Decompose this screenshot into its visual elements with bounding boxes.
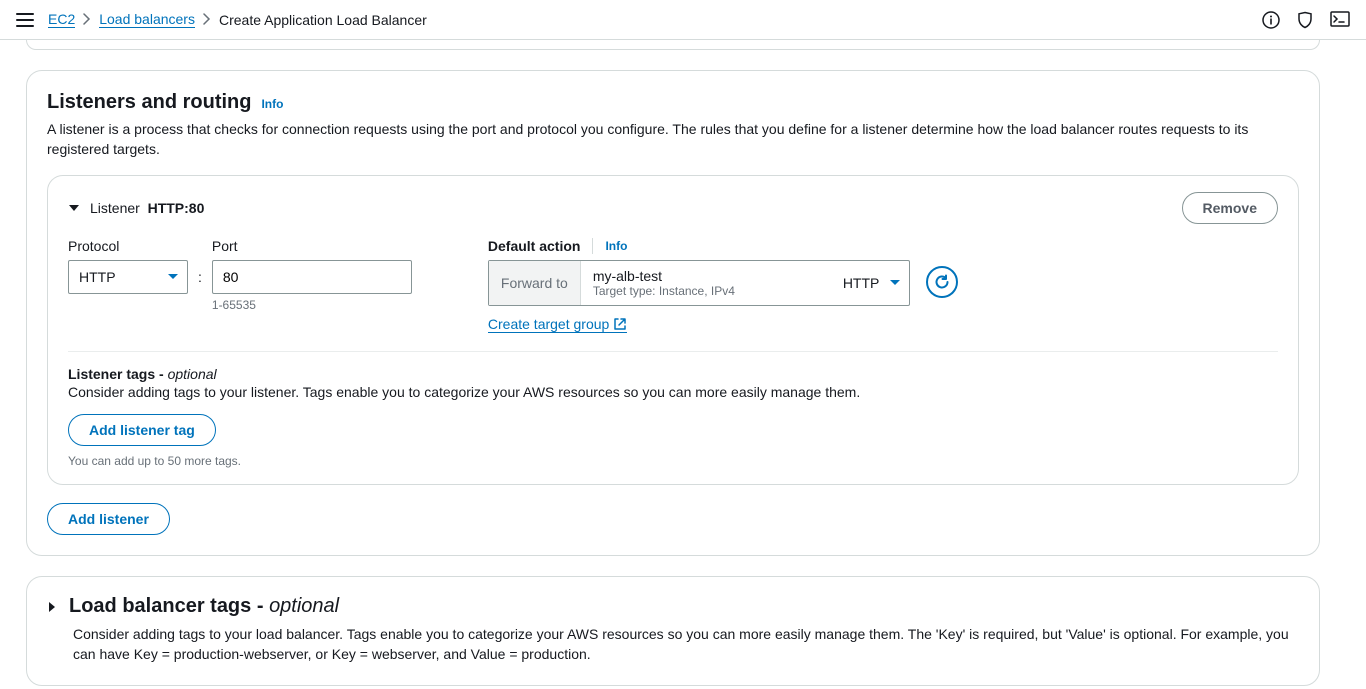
chevron-right-icon <box>203 12 211 28</box>
caret-right-icon[interactable] <box>47 601 57 613</box>
load-balancer-tags-panel: Load balancer tags - optional Consider a… <box>26 576 1320 686</box>
breadcrumb-ec2[interactable]: EC2 <box>48 11 75 28</box>
port-field: Port 1-65535 <box>212 238 412 312</box>
topbar-right <box>1262 11 1350 29</box>
lb-tags-title-text: Load balancer tags - <box>69 595 269 617</box>
default-action-info-link[interactable]: Info <box>605 239 627 253</box>
lb-tags-description: Consider adding tags to your load balanc… <box>73 624 1299 665</box>
section-info-link[interactable]: Info <box>261 97 283 111</box>
section-title: Listeners and routing <box>47 91 251 114</box>
optional-label: optional <box>269 595 339 617</box>
add-listener-tag-button[interactable]: Add listener tag <box>68 414 216 446</box>
default-action-field: Default action Info Forward to my-alb-te… <box>488 238 958 333</box>
protocol-value: HTTP <box>79 269 116 285</box>
listener-tags-section: Listener tags - optional Consider adding… <box>68 366 1278 468</box>
cloudshell-icon[interactable] <box>1330 11 1350 29</box>
add-listener-button[interactable]: Add listener <box>47 503 170 535</box>
colon-separator: : <box>198 269 202 285</box>
refresh-button[interactable] <box>926 266 958 298</box>
port-hint: 1-65535 <box>212 298 412 312</box>
optional-label: optional <box>168 366 217 382</box>
listener-value: HTTP:80 <box>148 200 205 216</box>
breadcrumb-current: Create Application Load Balancer <box>219 12 427 28</box>
listener-fields-row: Protocol HTTP : Port <box>68 238 1278 352</box>
page-body: Listeners and routing Info A listener is… <box>0 40 1340 689</box>
listener-header-left: Listener HTTP:80 <box>68 200 204 216</box>
divider <box>592 238 593 254</box>
default-action-label: Default action <box>488 238 581 254</box>
protocol-label: Protocol <box>68 238 202 254</box>
topbar: EC2 Load balancers Create Application Lo… <box>0 0 1366 40</box>
add-listener-row: Add listener <box>47 503 1299 535</box>
caret-down-icon[interactable] <box>68 203 80 213</box>
create-target-group-text: Create target group <box>488 316 609 332</box>
target-group-protocol: HTTP <box>831 261 910 305</box>
target-group-subtext: Target type: Instance, IPv4 <box>593 284 819 298</box>
listener-tags-title-text: Listener tags - <box>68 366 168 382</box>
remove-listener-button[interactable]: Remove <box>1182 192 1278 224</box>
chevron-right-icon <box>83 12 91 28</box>
listener-tags-description: Consider adding tags to your listener. T… <box>68 384 1278 400</box>
port-input[interactable] <box>212 260 412 294</box>
protocol-field: Protocol HTTP : <box>68 238 202 294</box>
external-link-icon <box>613 317 627 331</box>
listener-box: Listener HTTP:80 Remove Protocol HTTP <box>47 175 1299 485</box>
listener-tags-limit: You can add up to 50 more tags. <box>68 454 1278 468</box>
target-group-value: my-alb-test Target type: Instance, IPv4 <box>581 261 831 305</box>
default-action-header: Default action Info <box>488 238 958 254</box>
lb-tags-title: Load balancer tags - optional <box>69 595 339 618</box>
target-group-select[interactable]: Forward to my-alb-test Target type: Inst… <box>488 260 910 306</box>
breadcrumb-load-balancers[interactable]: Load balancers <box>99 11 195 28</box>
forward-to-prefix: Forward to <box>489 261 581 305</box>
listener-label: Listener HTTP:80 <box>90 200 204 216</box>
menu-icon[interactable] <box>16 13 34 27</box>
previous-panel-stub <box>26 40 1320 50</box>
listener-label-text: Listener <box>90 200 140 216</box>
protocol-select[interactable]: HTTP <box>68 260 188 294</box>
shield-icon[interactable] <box>1296 11 1314 29</box>
listener-header: Listener HTTP:80 Remove <box>68 192 1278 224</box>
listeners-routing-panel: Listeners and routing Info A listener is… <box>26 70 1320 556</box>
info-circle-icon[interactable] <box>1262 11 1280 29</box>
port-label: Port <box>212 238 412 254</box>
caret-down-icon <box>167 273 179 281</box>
default-action-row: Forward to my-alb-test Target type: Inst… <box>488 260 958 306</box>
create-target-group-link[interactable]: Create target group <box>488 316 627 333</box>
target-group-name: my-alb-test <box>593 268 819 284</box>
lb-tags-header: Load balancer tags - optional <box>47 595 1299 618</box>
caret-down-icon <box>889 279 901 287</box>
section-header: Listeners and routing Info <box>47 91 1299 114</box>
section-description: A listener is a process that checks for … <box>47 120 1299 159</box>
topbar-left: EC2 Load balancers Create Application Lo… <box>16 11 427 28</box>
breadcrumb: EC2 Load balancers Create Application Lo… <box>48 11 427 28</box>
target-protocol-value: HTTP <box>843 275 880 291</box>
listener-tags-title: Listener tags - optional <box>68 366 1278 382</box>
